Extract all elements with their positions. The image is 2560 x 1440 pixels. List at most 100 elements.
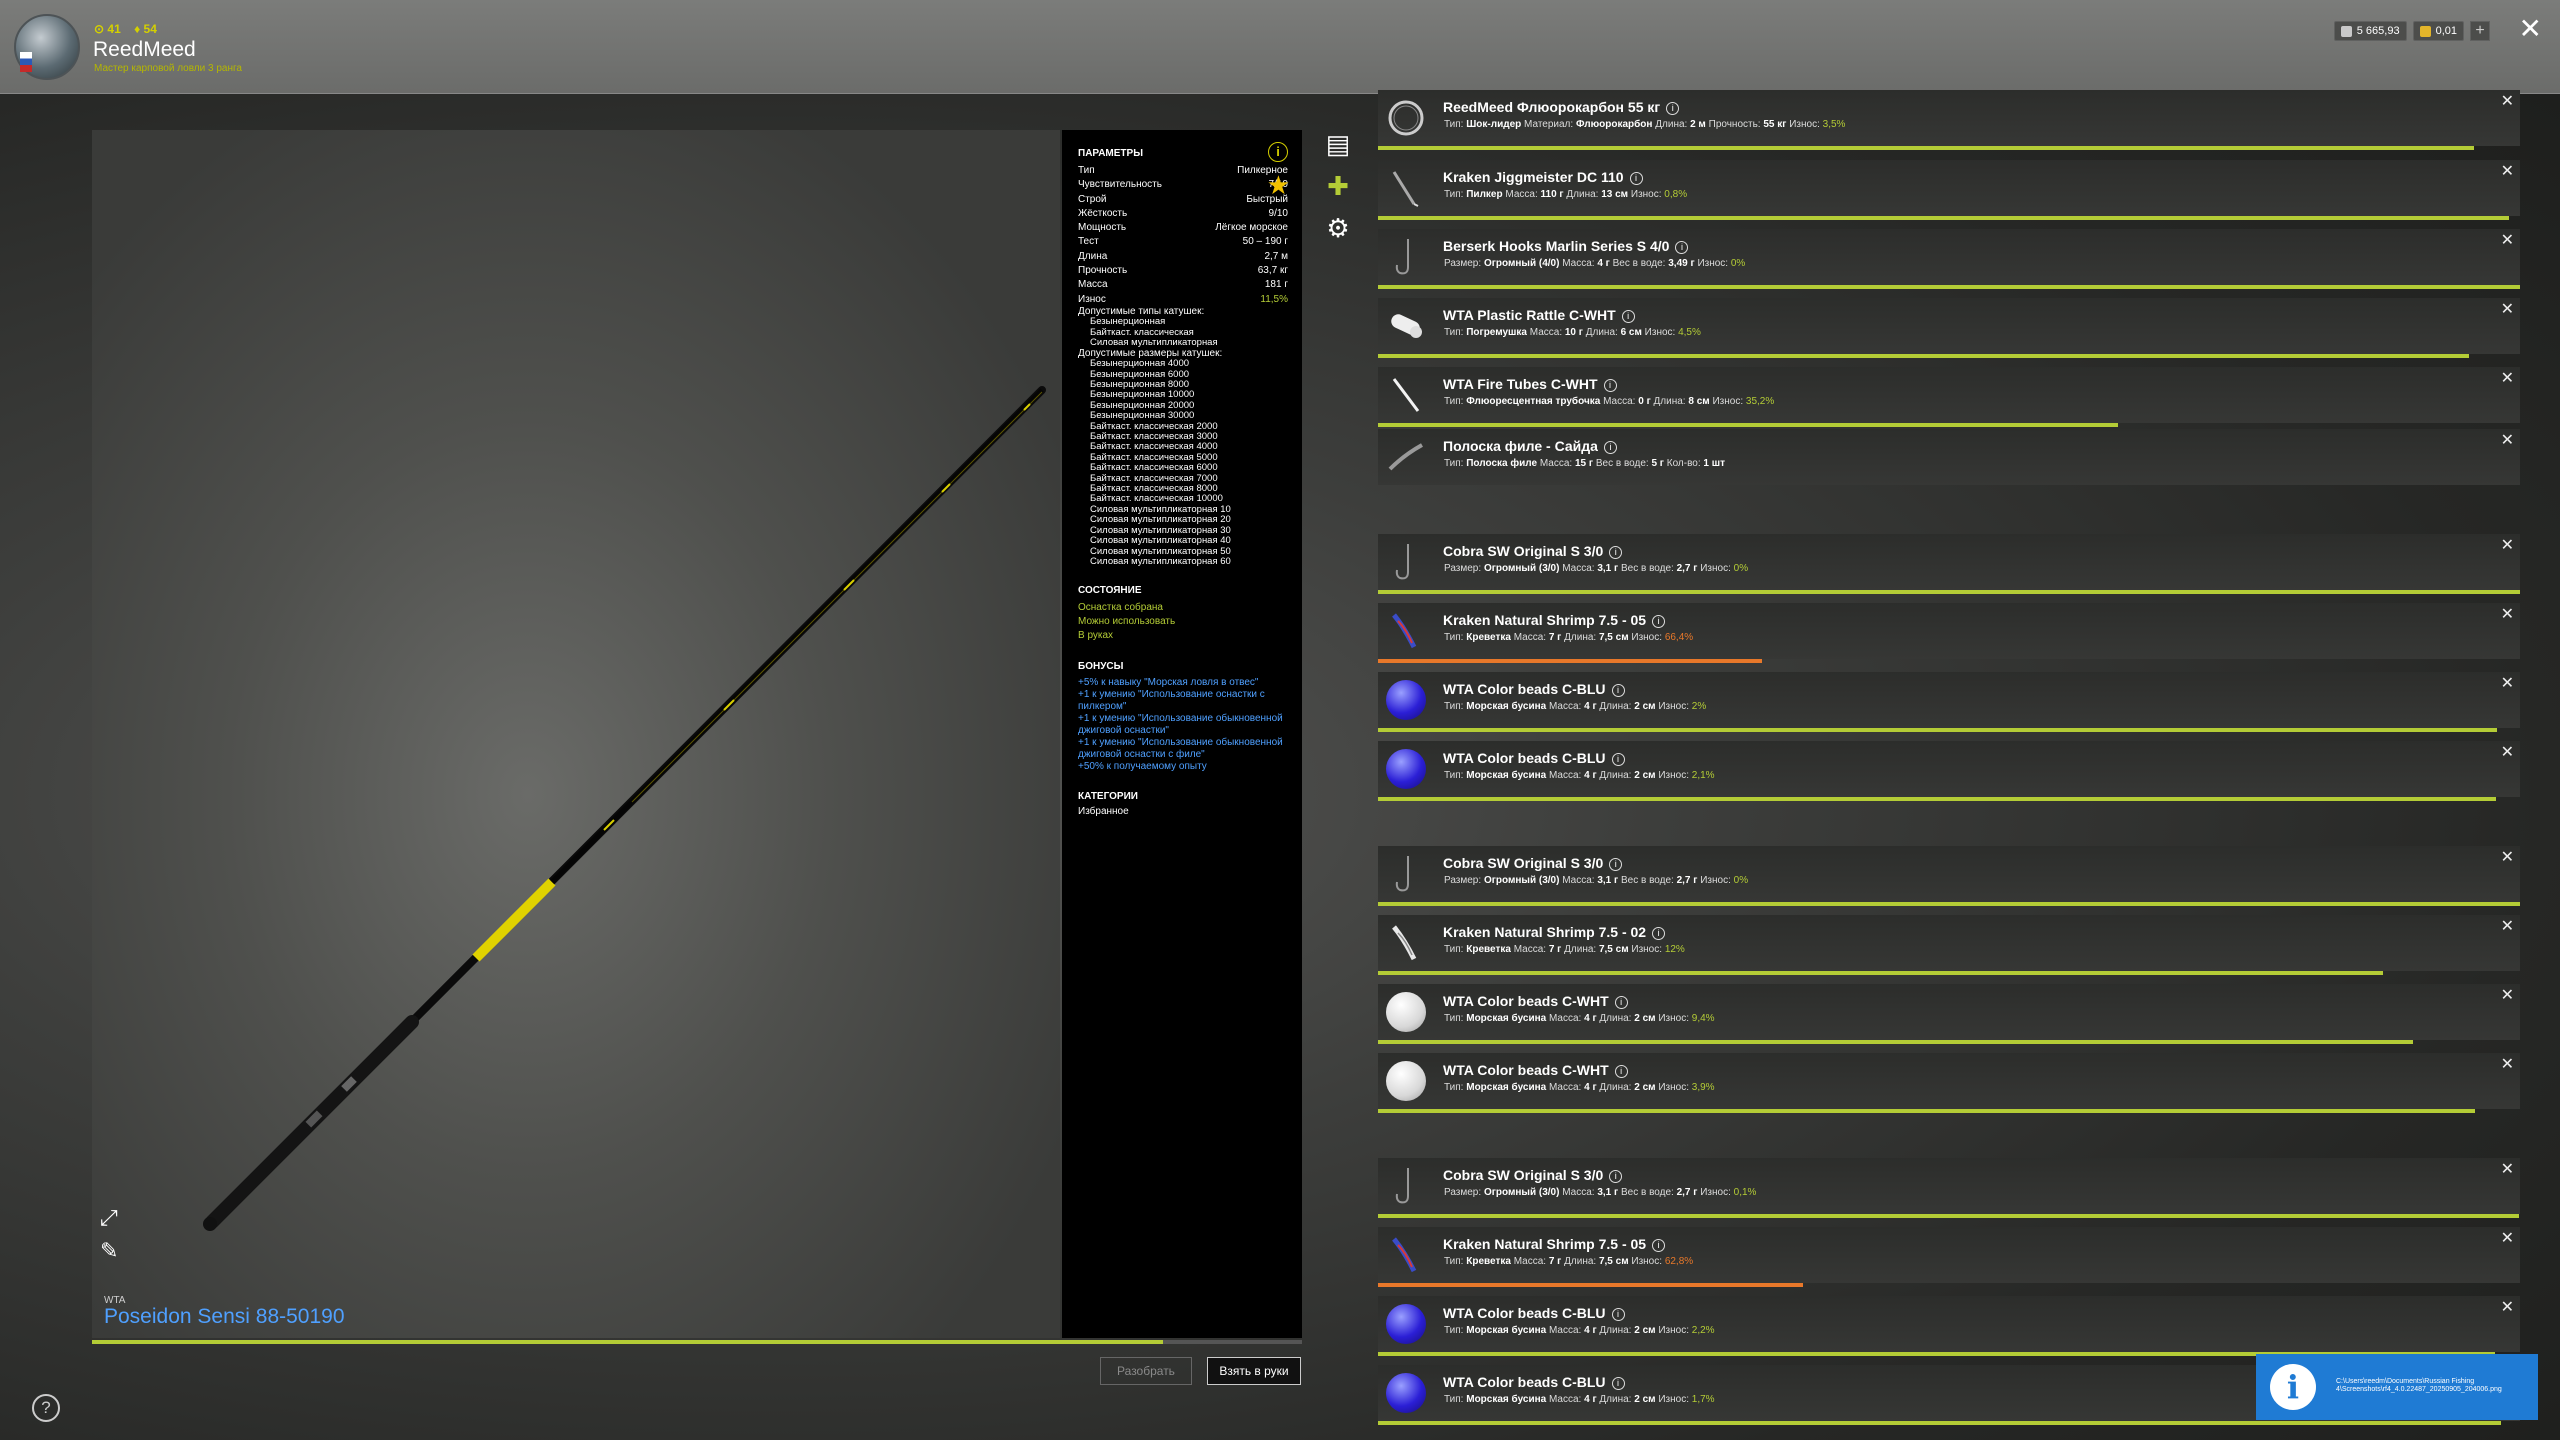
item-name-text: WTA Fire Tubes C-WHT xyxy=(1443,376,1598,392)
remove-item-icon[interactable]: ✕ xyxy=(2501,847,2514,867)
info-icon[interactable]: i xyxy=(1603,441,1617,454)
tackle-list[interactable]: ReedMeed Флюорокарбон 55 кг i Тип: Шок-лид… xyxy=(1378,90,2520,1440)
desc-value: 4 г xyxy=(1584,770,1597,781)
tackle-item[interactable]: WTA Fire Tubes C-WHT i Тип: Флюоресцентная… xyxy=(1378,367,2520,427)
info-icon[interactable]: i xyxy=(1629,172,1643,185)
remove-item-icon[interactable]: ✕ xyxy=(2501,742,2514,762)
remove-item-icon[interactable]: ✕ xyxy=(2501,161,2514,181)
item-name: WTA Color beads C-BLU i xyxy=(1443,750,1625,766)
params-list: Тип Пилкерное Чувствительность 7/10 Строй Быс… xyxy=(1078,164,1288,307)
help-icon[interactable]: ? xyxy=(32,1394,60,1422)
remove-item-icon[interactable]: ✕ xyxy=(2501,673,2514,693)
info-icon[interactable]: i xyxy=(1609,858,1623,871)
info-icon[interactable]: i xyxy=(1268,142,1288,162)
info-icon[interactable]: i xyxy=(1652,1239,1666,1252)
bonus-item: +1 к умению "Использование оснастки с пи… xyxy=(1078,689,1265,713)
gear-icon[interactable]: ⚙ xyxy=(1324,214,1352,244)
info-icon[interactable]: i xyxy=(1603,379,1617,392)
tackle-item[interactable]: Kraken Natural Shrimp 7.5 - 05 i Тип: Крев… xyxy=(1378,603,2520,663)
rod-name: Poseidon Sensi 88-50190 xyxy=(104,1305,345,1328)
info-icon[interactable]: i xyxy=(1652,927,1666,940)
remove-item-icon[interactable]: ✕ xyxy=(2501,916,2514,936)
line-icon xyxy=(1382,94,1430,142)
remove-item-icon[interactable]: ✕ xyxy=(2501,1159,2514,1179)
take-in-hands-button[interactable]: Взять в руки xyxy=(1207,1357,1301,1385)
remove-item-icon[interactable]: ✕ xyxy=(2501,430,2514,450)
edit-icon[interactable]: ✎ xyxy=(100,1240,124,1264)
remove-item-icon[interactable]: ✕ xyxy=(2501,368,2514,388)
remove-item-icon[interactable]: ✕ xyxy=(2501,1054,2514,1074)
notes-icon[interactable]: ▤ xyxy=(1324,130,1352,160)
state-list: Оснастка собрана Можно использовать В рука… xyxy=(1078,601,1288,643)
tackle-item[interactable]: WTA Plastic Rattle C-WHT i Тип: Погремушка… xyxy=(1378,298,2520,358)
info-icon[interactable]: i xyxy=(1614,996,1628,1009)
item-desc: Тип: Флюоресцентная трубочка Масса: 0 г … xyxy=(1444,396,1774,407)
favorite-star-icon[interactable]: ★ xyxy=(1267,172,1290,198)
tackle-item[interactable]: WTA Color beads C-BLU i Тип: Морская бусин… xyxy=(1378,1296,2520,1356)
remove-item-icon[interactable]: ✕ xyxy=(2501,299,2514,319)
tackle-item[interactable]: Kraken Natural Shrimp 7.5 - 02 i Тип: Крев… xyxy=(1378,915,2520,975)
info-icon[interactable]: i xyxy=(1614,1065,1628,1078)
player-name: ReedMeed xyxy=(93,38,196,61)
desc-value: 1 шт xyxy=(1703,458,1725,469)
item-desc: Размер: Огромный (4/0) Масса: 4 г Вес в … xyxy=(1444,258,1745,269)
desc-value: Огромный (4/0) xyxy=(1483,258,1560,269)
tackle-item[interactable]: Cobra SW Original S 3/0 i Размер: Огромный… xyxy=(1378,534,2520,594)
info-icon[interactable]: i xyxy=(1611,753,1625,766)
player-avatar[interactable] xyxy=(14,14,80,80)
wear-value: 12% xyxy=(1664,944,1685,955)
tackle-item[interactable]: Kraken Natural Shrimp 7.5 - 05 i Тип: Крев… xyxy=(1378,1227,2520,1287)
info-icon[interactable]: i xyxy=(1609,1170,1623,1183)
info-icon[interactable]: i xyxy=(1675,241,1689,254)
tackle-item[interactable]: Kraken Jiggmeister DC 110 i Тип: Пилкер Ма… xyxy=(1378,160,2520,220)
tackle-item[interactable]: WTA Color beads C-BLU i Тип: Морская бусин… xyxy=(1378,672,2520,732)
puzzle-icon[interactable]: ✚ xyxy=(1324,172,1352,202)
item-name: Cobra SW Original S 3/0 i xyxy=(1443,543,1623,559)
expand-icon[interactable]: ⤢ xyxy=(100,1207,124,1231)
buy-currency-button[interactable]: + xyxy=(2470,21,2490,41)
tackle-item[interactable]: Cobra SW Original S 3/0 i Размер: Огромный… xyxy=(1378,1158,2520,1218)
info-icon[interactable]: i xyxy=(1621,310,1635,323)
info-icon[interactable]: i xyxy=(1611,684,1625,697)
desc-key: Масса: xyxy=(1548,1325,1582,1336)
remove-item-icon[interactable]: ✕ xyxy=(2501,1228,2514,1248)
desc-key: Масса: xyxy=(1562,563,1595,574)
bead-blue-icon xyxy=(1382,1369,1430,1417)
tackle-item[interactable]: Berserk Hooks Marlin Series S 4/0 i Размер… xyxy=(1378,229,2520,289)
param-value: 63,7 кг xyxy=(1257,265,1288,277)
remove-item-icon[interactable]: ✕ xyxy=(2501,91,2514,111)
tackle-item[interactable]: WTA Color beads C-WHT i Тип: Морская бусин… xyxy=(1378,1053,2520,1113)
item-desc: Тип: Полоска филе Масса: 15 г Вес в воде… xyxy=(1444,458,1725,469)
params-title: ПАРАМЕТРЫ xyxy=(1078,148,1143,159)
tackle-item[interactable]: Полоска филе - Сайда i Тип: Полоска филе М… xyxy=(1378,429,2520,485)
remove-item-icon[interactable]: ✕ xyxy=(2501,230,2514,250)
bead-white-icon xyxy=(1382,1057,1430,1105)
remove-item-icon[interactable]: ✕ xyxy=(2501,985,2514,1005)
rod-preview[interactable] xyxy=(92,130,1060,1338)
tackle-item[interactable]: ReedMeed Флюорокарбон 55 кг i Тип: Шок-лид… xyxy=(1378,90,2520,150)
info-icon[interactable]: i xyxy=(1652,615,1666,628)
desc-value: 10 г xyxy=(1564,327,1583,338)
tackle-item[interactable]: WTA Color beads C-BLU i Тип: Морская бусин… xyxy=(1378,741,2520,801)
info-icon[interactable]: i xyxy=(1666,102,1680,115)
bead-blue-icon xyxy=(1382,676,1430,724)
remove-item-icon[interactable]: ✕ xyxy=(2501,604,2514,624)
remove-item-icon[interactable]: ✕ xyxy=(2501,1297,2514,1317)
remove-item-icon[interactable]: ✕ xyxy=(2501,535,2514,555)
tackle-item[interactable]: WTA Color beads C-WHT i Тип: Морская бусин… xyxy=(1378,984,2520,1044)
wear-value: 2% xyxy=(1691,701,1707,712)
tackle-item[interactable]: Cobra SW Original S 3/0 i Размер: Огромный… xyxy=(1378,846,2520,906)
info-icon[interactable]: i xyxy=(1609,546,1623,559)
item-desc: Тип: Морская бусина Масса: 4 г Длина: 2 … xyxy=(1444,1394,1715,1405)
desc-value: Креветка xyxy=(1466,632,1511,643)
info-icon[interactable]: i xyxy=(1611,1377,1625,1390)
param-key: Износ xyxy=(1078,293,1106,305)
wear-label: Износ: xyxy=(1658,1325,1689,1336)
screenshot-notification[interactable]: i C:\Users\reedm\Documents\Russian Fishi… xyxy=(2256,1354,2538,1420)
item-name-text: WTA Plastic Rattle C-WHT xyxy=(1443,307,1616,323)
shrimp-blue-icon xyxy=(1382,607,1430,655)
desc-key: Масса: xyxy=(1529,327,1563,338)
info-icon[interactable]: i xyxy=(1611,1308,1625,1321)
disassemble-button[interactable]: Разобрать xyxy=(1100,1357,1192,1385)
close-icon[interactable]: ✕ xyxy=(2519,12,2542,45)
